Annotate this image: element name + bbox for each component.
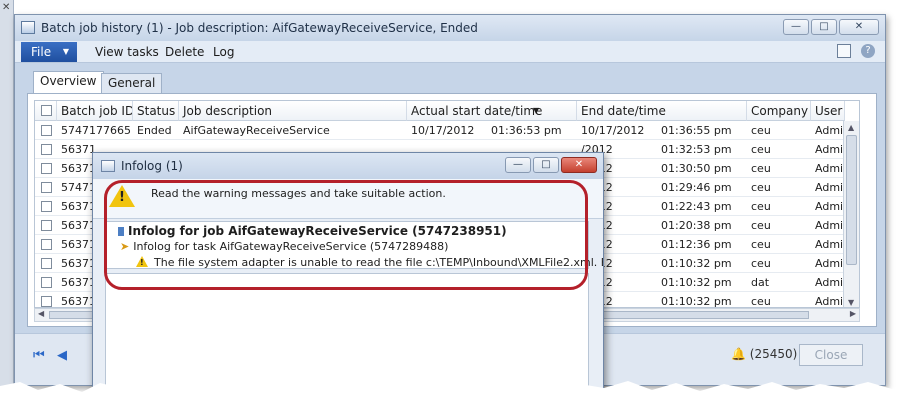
table-cell: ceu: [751, 162, 771, 175]
table-cell: 10/17/2012: [411, 124, 475, 137]
row-checkbox[interactable]: [41, 144, 52, 155]
table-cell: Admi: [815, 238, 844, 251]
scroll-up-icon[interactable]: ▲: [848, 123, 854, 132]
row-checkbox[interactable]: [41, 258, 52, 269]
close-button[interactable]: Close: [799, 344, 863, 366]
table-cell: Ended: [137, 124, 172, 137]
column-header-label: Actual start date/time: [411, 104, 543, 118]
table-cell: 01:36:53 pm: [491, 124, 562, 137]
close-dialog-button[interactable]: ✕: [561, 157, 597, 173]
previous-record-icon[interactable]: ◀: [57, 348, 67, 363]
table-cell: 01:10:32 pm: [661, 276, 732, 289]
annotation-highlight: [104, 180, 588, 290]
table-cell: Admi: [815, 276, 844, 289]
table-cell: Admi: [815, 295, 844, 308]
tab-overview[interactable]: Overview: [33, 71, 104, 93]
table-cell: 01:29:46 pm: [661, 181, 732, 194]
notifications[interactable]: 🔔 (25450): [731, 347, 797, 361]
infolog-icon: [101, 160, 115, 172]
table-cell: 01:30:50 pm: [661, 162, 732, 175]
table-row[interactable]: 5747177665 Ended AifGatewayReceiveService 1…: [35, 121, 859, 140]
notification-count: (25450): [749, 347, 798, 361]
minimize-button[interactable]: —: [783, 19, 809, 35]
table-cell: Admi: [815, 257, 844, 270]
table-cell: ceu: [751, 124, 771, 137]
torn-edge: [0, 381, 914, 416]
row-checkbox[interactable]: [41, 239, 52, 250]
background-window-edge: ✕: [0, 0, 14, 416]
row-checkbox[interactable]: [41, 163, 52, 174]
menu-bar: File ▼ View tasks Delete Log ?: [15, 41, 885, 63]
scroll-left-icon[interactable]: ◀: [38, 309, 44, 318]
scroll-thumb[interactable]: [846, 135, 857, 265]
row-checkbox[interactable]: [41, 201, 52, 212]
table-cell: 01:12:36 pm: [661, 238, 732, 251]
panel-icon[interactable]: [837, 44, 851, 58]
row-checkbox[interactable]: [41, 125, 52, 136]
column-header[interactable]: Actual start date/time ▼: [407, 101, 577, 121]
table-cell: ceu: [751, 238, 771, 251]
first-record-icon[interactable]: ⏮: [33, 348, 45, 363]
sort-desc-icon: ▼: [533, 106, 540, 115]
column-header[interactable]: User I: [811, 101, 845, 121]
table-cell: 01:10:32 pm: [661, 295, 732, 308]
window-icon: [21, 21, 35, 34]
table-cell: ceu: [751, 200, 771, 213]
table-cell: ceu: [751, 257, 771, 270]
column-header[interactable]: Job description: [179, 101, 407, 121]
scroll-right-icon[interactable]: ▶: [850, 309, 856, 318]
table-cell: Admi: [815, 200, 844, 213]
table-cell: ceu: [751, 219, 771, 232]
close-window-button[interactable]: ✕: [839, 19, 879, 35]
table-cell: Admi: [815, 181, 844, 194]
scroll-down-icon[interactable]: ▼: [848, 298, 854, 307]
table-cell: 5747177665: [61, 124, 131, 137]
table-cell: 01:22:43 pm: [661, 200, 732, 213]
table-cell: 01:32:53 pm: [661, 143, 732, 156]
table-cell: 01:20:38 pm: [661, 219, 732, 232]
close-icon: ✕: [2, 2, 11, 13]
table-cell: ceu: [751, 143, 771, 156]
delete-button[interactable]: Delete: [165, 45, 204, 59]
log-button[interactable]: Log: [213, 45, 234, 59]
row-checkbox[interactable]: [41, 220, 52, 231]
row-checkbox[interactable]: [41, 296, 52, 307]
column-header[interactable]: Status: [133, 101, 179, 121]
minimize-button[interactable]: —: [505, 157, 531, 173]
row-checkbox[interactable]: [41, 277, 52, 288]
column-header[interactable]: Batch job ID: [57, 101, 133, 121]
table-cell: ceu: [751, 295, 771, 308]
window-title: Batch job history (1) - Job description:…: [41, 21, 478, 35]
table-cell: Admi: [815, 124, 844, 137]
table-cell: AifGatewayReceiveService: [183, 124, 330, 137]
bell-icon: 🔔: [731, 347, 746, 361]
select-all-header: [35, 101, 57, 121]
title-bar: Batch job history (1) - Job description:…: [15, 15, 885, 41]
maximize-button[interactable]: □: [533, 157, 559, 173]
view-tasks-button[interactable]: View tasks: [95, 45, 159, 59]
table-cell: Admi: [815, 219, 844, 232]
file-label: File: [31, 45, 52, 59]
infolog-title: Infolog (1): [121, 159, 183, 173]
select-all-checkbox[interactable]: [41, 105, 52, 116]
table-cell: Admi: [815, 143, 844, 156]
tab-general[interactable]: General: [101, 73, 163, 93]
table-cell: Admi: [815, 162, 844, 175]
table-cell: 01:10:32 pm: [661, 257, 732, 270]
table-cell: 01:36:55 pm: [661, 124, 732, 137]
table-cell: dat: [751, 276, 770, 289]
table-cell: ceu: [751, 181, 771, 194]
row-checkbox[interactable]: [41, 182, 52, 193]
maximize-button[interactable]: □: [811, 19, 837, 35]
help-icon[interactable]: ?: [861, 44, 875, 58]
infolog-title-bar: Infolog (1) — □ ✕: [93, 153, 603, 179]
column-header[interactable]: End date/time: [577, 101, 747, 121]
chevron-down-icon: ▼: [62, 47, 69, 56]
column-header[interactable]: Company: [747, 101, 811, 121]
file-menu-button[interactable]: File ▼: [21, 42, 77, 62]
table-cell: 10/17/2012: [581, 124, 645, 137]
vertical-scrollbar[interactable]: ▲ ▼: [843, 121, 859, 307]
